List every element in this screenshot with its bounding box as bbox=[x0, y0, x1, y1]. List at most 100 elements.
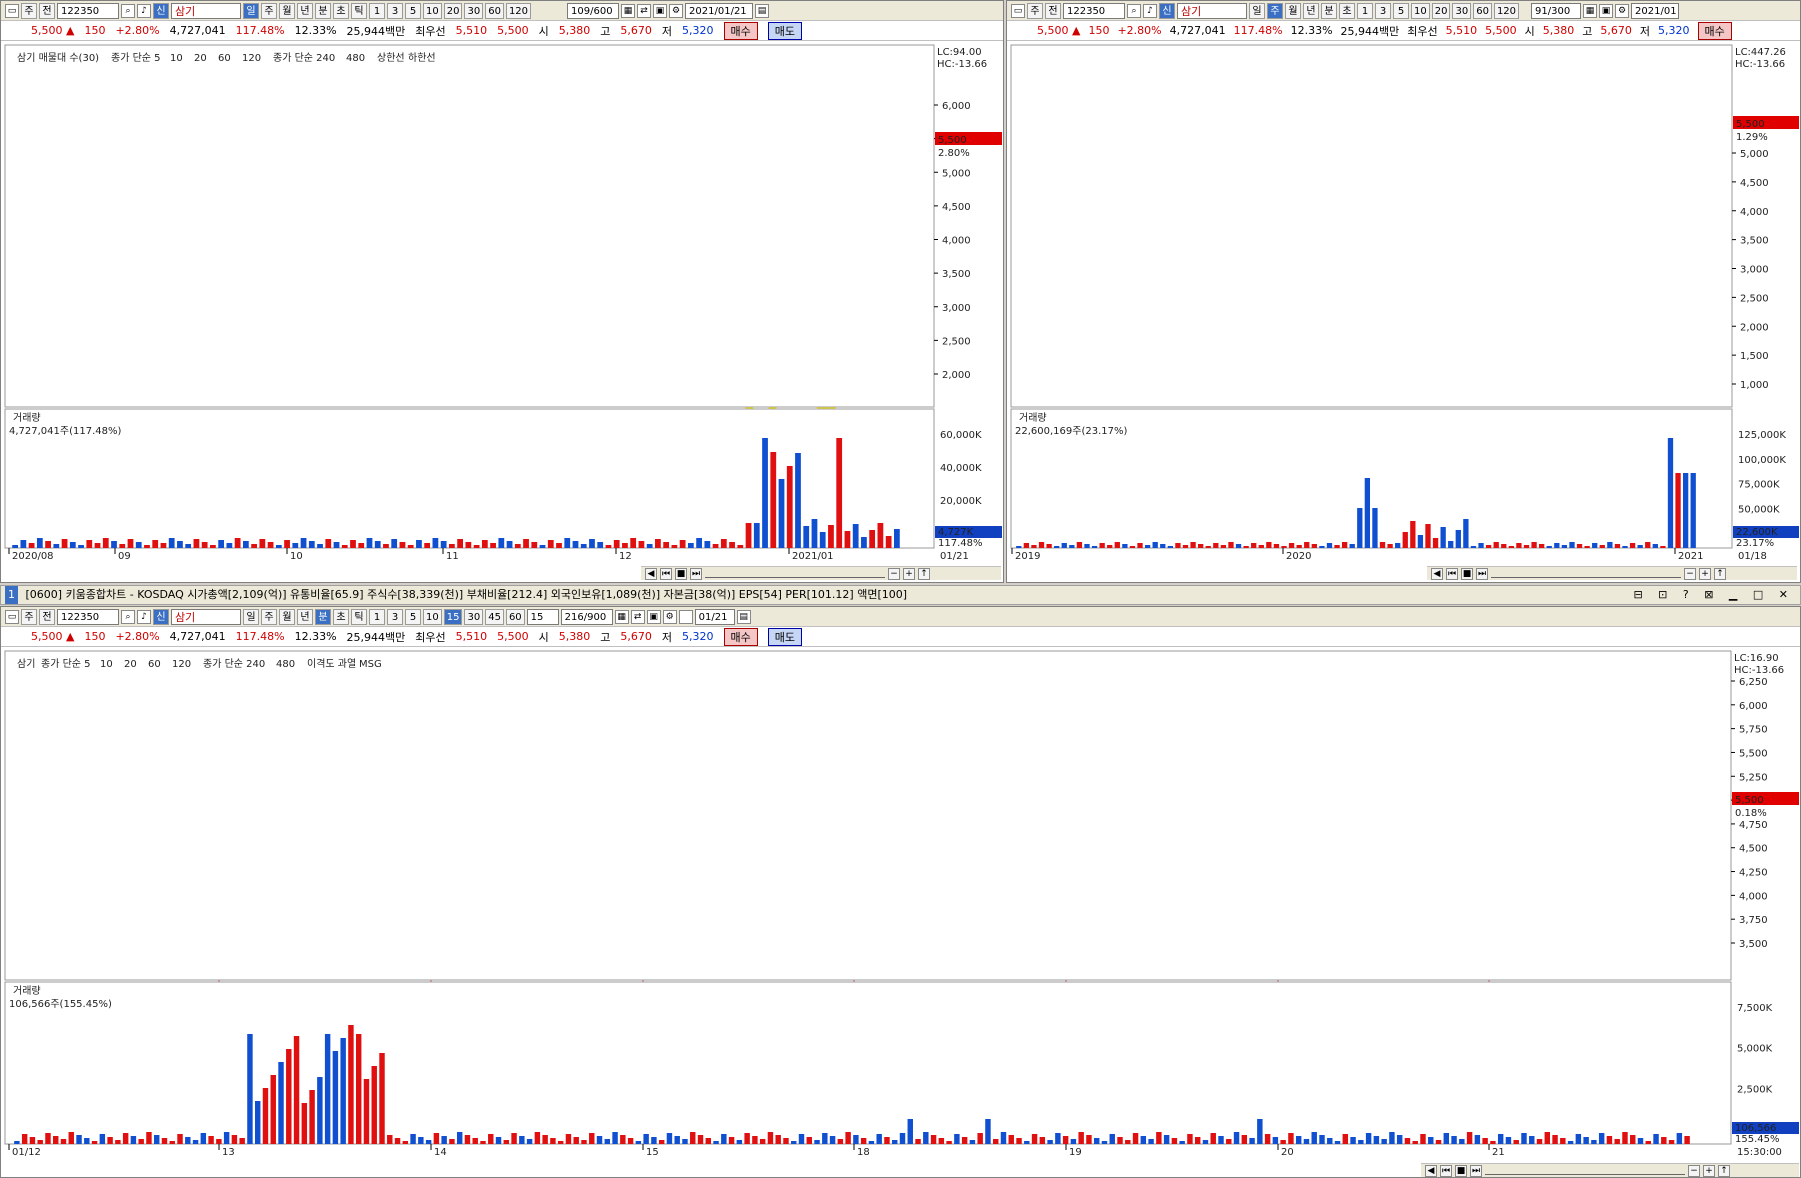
code-input[interactable]: 122350 bbox=[1063, 2, 1125, 19]
grid-icon[interactable]: ▦ bbox=[621, 3, 636, 18]
market-select[interactable]: 주 bbox=[1027, 2, 1043, 19]
checkbox[interactable] bbox=[678, 609, 693, 624]
date-field[interactable]: 2021/01 bbox=[1631, 2, 1680, 19]
stock-name[interactable]: 삼기 bbox=[171, 2, 241, 19]
buy-button[interactable]: 매수 bbox=[1697, 21, 1732, 40]
interval-15[interactable]: 15 bbox=[443, 608, 463, 625]
gear-icon[interactable]: ⚙ bbox=[662, 609, 677, 624]
sound-icon[interactable]: ♪ bbox=[137, 609, 151, 624]
interval-3[interactable]: 3 bbox=[387, 2, 403, 19]
scroll-last-icon[interactable]: ⏭ bbox=[1470, 1164, 1482, 1177]
interval-3[interactable]: 3 bbox=[1375, 2, 1391, 19]
gear-icon[interactable]: ⚙ bbox=[669, 3, 684, 18]
scroll-left-icon[interactable]: ◀ bbox=[1425, 1164, 1437, 1177]
window-controls[interactable]: ⊟ ⊡ ? ⊠ ▁ □ ✕ bbox=[1633, 586, 1794, 604]
period-minute[interactable]: 분 bbox=[1321, 2, 1337, 19]
interval-10[interactable]: 10 bbox=[423, 608, 442, 625]
period-year[interactable]: 년 bbox=[297, 608, 313, 625]
sell-button[interactable]: 매도 bbox=[767, 21, 803, 40]
up-icon[interactable]: ↑ bbox=[918, 567, 930, 580]
period-month[interactable]: 월 bbox=[1285, 2, 1301, 19]
price-chart-weekly[interactable]: 최고 6,370 (01/11)최저 1,005 (03/23)배당락(0.00… bbox=[1007, 41, 1801, 583]
code-input[interactable]: 122350 bbox=[57, 608, 119, 625]
interval-120[interactable]: 120 bbox=[505, 2, 532, 19]
grid-icon[interactable]: ▦ bbox=[614, 609, 629, 624]
all-select[interactable]: 전 bbox=[39, 2, 55, 19]
interval-1[interactable]: 1 bbox=[1357, 2, 1373, 19]
period-week[interactable]: 주 bbox=[261, 608, 277, 625]
search-icon[interactable]: ⌕ bbox=[121, 3, 135, 18]
search-icon[interactable]: ⌕ bbox=[121, 609, 135, 624]
gear-icon[interactable]: ⚙ bbox=[1615, 3, 1630, 18]
date-field[interactable]: 01/21 bbox=[694, 608, 735, 625]
zoom-in-icon[interactable]: + bbox=[1699, 567, 1711, 580]
period-day[interactable]: 일 bbox=[243, 608, 259, 625]
scroll-left-icon[interactable]: ◀ bbox=[1431, 567, 1443, 580]
scroll-first-icon[interactable]: ⏮ bbox=[1440, 1164, 1452, 1177]
interval-60[interactable]: 60 bbox=[485, 2, 504, 19]
interval-1[interactable]: 1 bbox=[369, 608, 385, 625]
interval-45[interactable]: 45 bbox=[485, 608, 504, 625]
zoom-slider[interactable] bbox=[1491, 570, 1681, 578]
period-minute[interactable]: 분 bbox=[315, 2, 331, 19]
scroll-first-icon[interactable]: ⏮ bbox=[660, 567, 672, 580]
period-minute[interactable]: 분 bbox=[315, 608, 331, 625]
period-year[interactable]: 년 bbox=[297, 2, 313, 19]
interval-5[interactable]: 5 bbox=[405, 608, 421, 625]
stock-name[interactable]: 삼기 bbox=[171, 608, 241, 625]
chart-icon[interactable]: ▭ bbox=[5, 609, 19, 624]
price-chart-minute[interactable]: ⬇⬇⬇⬇⬇⬇⬇⬆⬆⬆⬆⬆⬆최고 6,370 (14:45)최저 4,705 (0… bbox=[1, 647, 1801, 1178]
save-icon[interactable]: ▣ bbox=[1599, 3, 1614, 18]
interval-20[interactable]: 20 bbox=[443, 2, 463, 19]
sound-icon[interactable]: ♪ bbox=[137, 3, 151, 18]
period-month[interactable]: 월 bbox=[279, 608, 295, 625]
interval-20[interactable]: 20 bbox=[1431, 2, 1451, 19]
window-tab-number[interactable]: 1 bbox=[5, 586, 18, 604]
buy-button[interactable]: 매수 bbox=[723, 21, 758, 40]
stock-name[interactable]: 삼기 bbox=[1177, 2, 1247, 19]
save-icon[interactable]: ▣ bbox=[646, 609, 661, 624]
stop-icon[interactable]: ■ bbox=[1455, 1164, 1467, 1177]
compare-icon[interactable]: ⇄ bbox=[637, 3, 652, 18]
scroll-last-icon[interactable]: ⏭ bbox=[690, 567, 702, 580]
sell-button[interactable]: 매도 bbox=[767, 627, 803, 646]
period-second[interactable]: 초 bbox=[333, 608, 349, 625]
interval-10[interactable]: 10 bbox=[423, 2, 442, 19]
interval-30[interactable]: 30 bbox=[464, 2, 484, 19]
interval-10[interactable]: 10 bbox=[1411, 2, 1430, 19]
compare-icon[interactable]: ⇄ bbox=[630, 609, 645, 624]
stop-icon[interactable]: ■ bbox=[1461, 567, 1473, 580]
interval-30[interactable]: 30 bbox=[464, 608, 484, 625]
market-select[interactable]: 주 bbox=[21, 608, 37, 625]
date-field[interactable]: 2021/01/21 bbox=[685, 2, 754, 19]
period-tick[interactable]: 틱 bbox=[351, 608, 367, 625]
interval-30[interactable]: 30 bbox=[1452, 2, 1472, 19]
interval-select[interactable]: 15 bbox=[526, 608, 559, 625]
grid-icon[interactable]: ▦ bbox=[1583, 3, 1598, 18]
period-day[interactable]: 일 bbox=[1249, 2, 1265, 19]
search-icon[interactable]: ⌕ bbox=[1127, 3, 1141, 18]
period-second[interactable]: 초 bbox=[1339, 2, 1355, 19]
all-select[interactable]: 전 bbox=[1045, 2, 1061, 19]
save-icon[interactable]: ▣ bbox=[653, 3, 668, 18]
counter-field[interactable]: 109/600 bbox=[567, 2, 620, 19]
scroll-first-icon[interactable]: ⏮ bbox=[1446, 567, 1458, 580]
price-chart-daily[interactable]: 5,339최고 6,370 (01/13)최저 2,835 (10/27)배당락… bbox=[1, 41, 1004, 583]
period-month[interactable]: 월 bbox=[279, 2, 295, 19]
scroll-last-icon[interactable]: ⏭ bbox=[1476, 567, 1488, 580]
counter-field[interactable]: 216/900 bbox=[560, 608, 613, 625]
period-week[interactable]: 주 bbox=[261, 2, 277, 19]
zoom-out-icon[interactable]: − bbox=[1684, 567, 1696, 580]
stop-icon[interactable]: ■ bbox=[675, 567, 687, 580]
chart-scrollbar[interactable]: ◀ ⏮ ■ ⏭ − + ↑ bbox=[1427, 566, 1797, 580]
up-icon[interactable]: ↑ bbox=[1718, 1164, 1730, 1177]
interval-120[interactable]: 120 bbox=[1493, 2, 1520, 19]
calendar-icon[interactable]: ▤ bbox=[755, 3, 770, 18]
sound-icon[interactable]: ♪ bbox=[1143, 3, 1157, 18]
market-select[interactable]: 주 bbox=[21, 2, 37, 19]
interval-5[interactable]: 5 bbox=[405, 2, 421, 19]
up-icon[interactable]: ↑ bbox=[1714, 567, 1726, 580]
chart-icon[interactable]: ▭ bbox=[1011, 3, 1025, 18]
period-week[interactable]: 주 bbox=[1267, 2, 1283, 19]
all-select[interactable]: 전 bbox=[39, 608, 55, 625]
